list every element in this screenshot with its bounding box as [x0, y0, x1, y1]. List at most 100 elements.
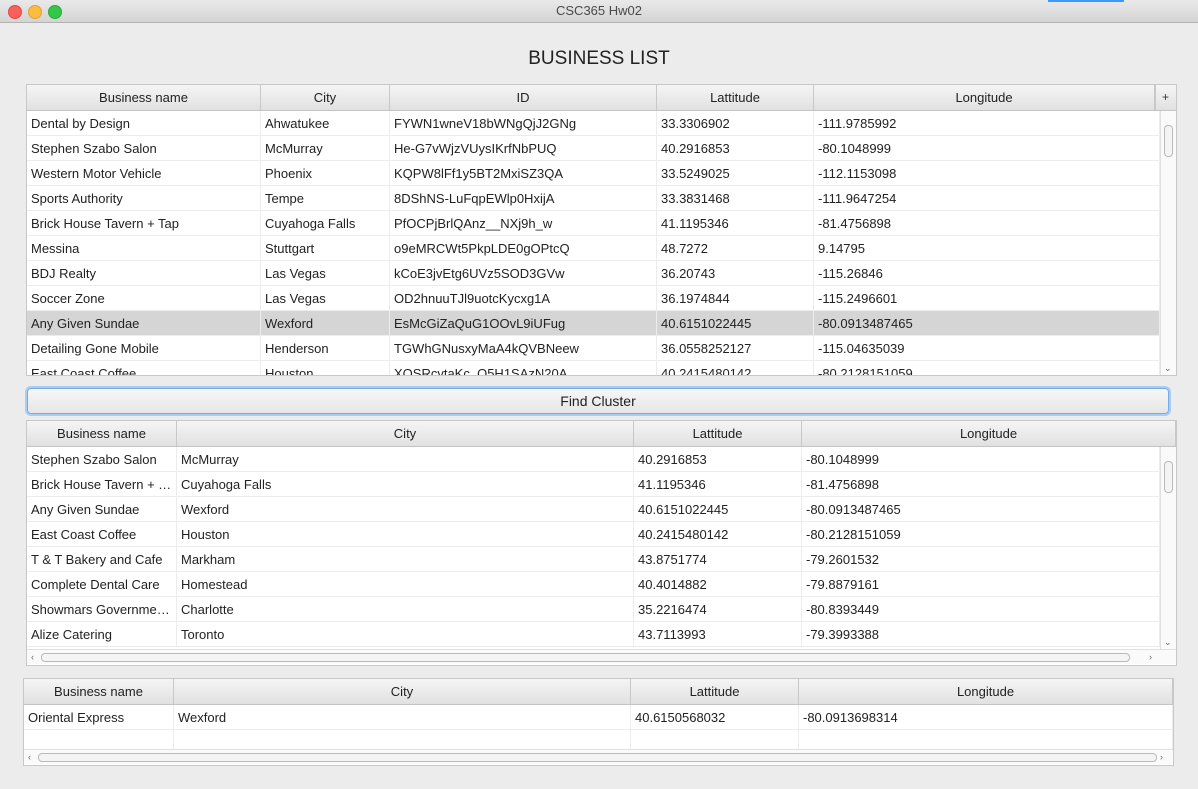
table-cell: Cuyahoga Falls	[177, 472, 634, 496]
table-cell: East Coast Coffee	[27, 361, 261, 375]
table-row[interactable]: Western Motor Vehicle Phoenix KQPW8lFf1y5B…	[27, 161, 1160, 186]
table-cell: Dental by Design	[27, 111, 261, 135]
table-cell: -80.1048999	[814, 136, 1160, 160]
table-row[interactable]: East Coast Coffee Houston XOSRcvtaKc_O5H1S…	[27, 361, 1160, 375]
table-cell: 9.14795	[814, 236, 1160, 260]
scroll-down-arrow-icon[interactable]: ⌄	[1164, 363, 1172, 373]
table-row[interactable]: Brick House Tavern + Tap Cuyahoga Falls Pf…	[27, 211, 1160, 236]
table-cell: -79.2601532	[802, 547, 1160, 571]
column-header-latitude[interactable]: Lattitude	[657, 85, 814, 110]
table-cell: McMurray	[261, 136, 390, 160]
column-header-business-name[interactable]: Business name	[27, 421, 177, 446]
window-title: CSC365 Hw02	[556, 3, 642, 18]
column-header-latitude[interactable]: Lattitude	[634, 421, 802, 446]
table-row[interactable]: East Coast Coffee Houston 40.2415480142 -80…	[27, 522, 1160, 547]
table-cell: Western Motor Vehicle	[27, 161, 261, 185]
table-row[interactable]: T & T Bakery and Cafe Markham 43.8751774 -7…	[27, 547, 1160, 572]
column-header-city[interactable]: City	[177, 421, 634, 446]
find-cluster-button[interactable]: Find Cluster	[27, 388, 1169, 414]
table-cell: 36.0558252127	[657, 336, 814, 360]
scroll-right-arrow-icon[interactable]: ›	[1160, 752, 1163, 762]
column-header-city[interactable]: City	[174, 679, 631, 704]
scroll-thumb[interactable]	[41, 653, 1130, 662]
table-cell: East Coast Coffee	[27, 522, 177, 546]
table-cell: BDJ Realty	[27, 261, 261, 285]
scroll-thumb[interactable]	[38, 753, 1157, 762]
table-row[interactable]: BDJ Realty Las Vegas kCoE3jvEtg6UVz5SOD3GV…	[27, 261, 1160, 286]
table-row[interactable]: Detailing Gone Mobile Henderson TGWhGNusxy…	[27, 336, 1160, 361]
table-row[interactable]: Brick House Tavern + Tap Cuyahoga Falls 41…	[27, 472, 1160, 497]
table-row[interactable]: Alize Catering Toronto 43.7113993 -79.39933…	[27, 622, 1160, 647]
table-cell: 33.3306902	[657, 111, 814, 135]
table-cell: -80.0913487465	[802, 497, 1160, 521]
nearest-table-header: Business name City Lattitude Longitude	[24, 679, 1173, 705]
table-cell: -80.1048999	[802, 447, 1160, 471]
column-header-city[interactable]: City	[261, 85, 390, 110]
table-row[interactable]: Messina Stuttgart o9eMRCWt5PkpLDE0gOPtcQ 48…	[27, 236, 1160, 261]
table-cell: Soccer Zone	[27, 286, 261, 310]
table-cell: FYWN1wneV18bWNgQjJ2GNg	[390, 111, 657, 135]
table-cell: Stephen Szabo Salon	[27, 447, 177, 471]
table-cell: -115.26846	[814, 261, 1160, 285]
table-cell: Wexford	[261, 311, 390, 335]
table-cell: Brick House Tavern + Tap	[27, 211, 261, 235]
scroll-thumb[interactable]	[1164, 461, 1173, 493]
table-cell: Tempe	[261, 186, 390, 210]
column-header-longitude[interactable]: Longitude	[814, 85, 1155, 110]
table-cell: 40.2415480142	[657, 361, 814, 375]
column-header-longitude[interactable]: Longitude	[799, 679, 1173, 704]
table-cell: Las Vegas	[261, 261, 390, 285]
table-row[interactable]: Soccer Zone Las Vegas OD2hnuuTJl9uotcKycxg…	[27, 286, 1160, 311]
table-row[interactable]: Stephen Szabo Salon McMurray He-G7vWjzVUys…	[27, 136, 1160, 161]
scroll-down-arrow-icon[interactable]: ⌄	[1164, 637, 1172, 647]
table-cell: Detailing Gone Mobile	[27, 336, 261, 360]
table-cell: Messina	[27, 236, 261, 260]
column-menu-plus-icon[interactable]: +	[1155, 85, 1175, 110]
table-cell: -111.9785992	[814, 111, 1160, 135]
column-header-business-name[interactable]: Business name	[27, 85, 261, 110]
scroll-left-arrow-icon[interactable]: ‹	[31, 652, 34, 662]
table-cell: 35.2216474	[634, 597, 802, 621]
nearest-horizontal-scrollbar[interactable]: ‹ ›	[24, 749, 1173, 764]
business-list-table[interactable]: Business name City ID Lattitude Longitud…	[26, 84, 1177, 376]
table-row[interactable]: Stephen Szabo Salon McMurray 40.2916853 -80…	[27, 447, 1160, 472]
table-cell: Houston	[177, 522, 634, 546]
column-header-id[interactable]: ID	[390, 85, 657, 110]
table-cell: -79.8879161	[802, 572, 1160, 596]
table-cell: 40.2916853	[634, 447, 802, 471]
table-cell: Stuttgart	[261, 236, 390, 260]
table-cell: -79.3993388	[802, 622, 1160, 646]
table-row[interactable]: Complete Dental Care Homestead 40.4014882-…	[27, 572, 1160, 597]
table-cell: Stephen Szabo Salon	[27, 136, 261, 160]
table-cell: 43.8751774	[634, 547, 802, 571]
table-cell: Alize Catering	[27, 622, 177, 646]
table-cell: Brick House Tavern + Tap	[27, 472, 177, 496]
table-cell: TGWhGNusxyMaA4kQVBNeew	[390, 336, 657, 360]
table-cell: Markham	[177, 547, 634, 571]
business-list-vertical-scrollbar[interactable]: ⌄	[1160, 111, 1176, 375]
scroll-thumb[interactable]	[1164, 125, 1173, 157]
table-row[interactable]: Oriental Express Wexford 40.6150568032 -80.…	[24, 705, 1173, 730]
table-cell: He-G7vWjzVUysIKrfNbPUQ	[390, 136, 657, 160]
nearest-business-table[interactable]: Business name City Lattitude Longitude O…	[23, 678, 1174, 766]
table-row[interactable]: Dental by Design Ahwatukee FYWN1wneV18bWNg…	[27, 111, 1160, 136]
table-cell: T & T Bakery and Cafe	[27, 547, 177, 571]
table-cell: 41.1195346	[657, 211, 814, 235]
table-cell: -115.2496601	[814, 286, 1160, 310]
table-row[interactable]: Any Given Sundae Wexford EsMcGiZaQuG1OOvL9…	[27, 311, 1160, 336]
table-cell: 8DShNS-LuFqpEWlp0HxijA	[390, 186, 657, 210]
table-cell: -81.4756898	[814, 211, 1160, 235]
column-header-business-name[interactable]: Business name	[24, 679, 174, 704]
table-row[interactable]: Sports Authority Tempe 8DShNS-LuFqpEWlp0Hx…	[27, 186, 1160, 211]
column-header-latitude[interactable]: Lattitude	[631, 679, 799, 704]
cluster-vertical-scrollbar[interactable]: ⌄	[1160, 447, 1176, 649]
column-header-longitude[interactable]: Longitude	[802, 421, 1176, 446]
cluster-table[interactable]: Business name City Lattitude Longitude S…	[26, 420, 1177, 666]
scroll-right-arrow-icon[interactable]: ›	[1149, 652, 1152, 662]
cluster-horizontal-scrollbar[interactable]: ‹ ›	[27, 649, 1176, 664]
cluster-table-header: Business name City Lattitude Longitude	[27, 421, 1176, 447]
table-row[interactable]: Showmars Government CenterCharlotte35.22…	[27, 597, 1160, 622]
scroll-left-arrow-icon[interactable]: ‹	[28, 752, 31, 762]
table-cell: Showmars Government Center	[27, 597, 177, 621]
table-row[interactable]: Any Given Sundae Wexford 40.6151022445 -80.…	[27, 497, 1160, 522]
